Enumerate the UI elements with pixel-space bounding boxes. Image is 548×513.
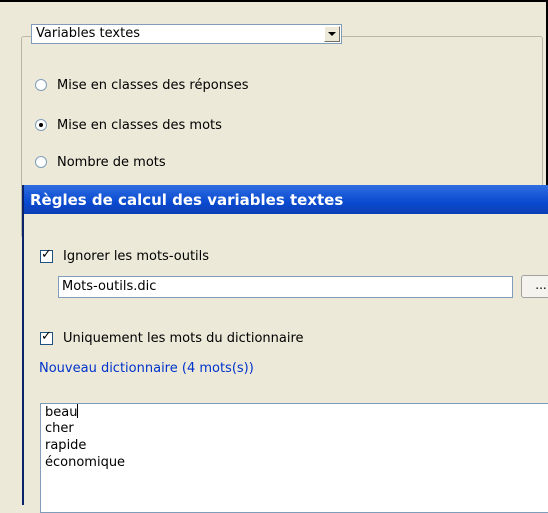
new-dictionary-link[interactable]: Nouveau dictionnaire (4 mots(s)) <box>39 361 254 376</box>
list-item[interactable]: cher <box>45 421 74 436</box>
list-item[interactable]: beau <box>45 404 79 420</box>
checkbox-label: Uniquement les mots du dictionnaire <box>63 330 304 346</box>
checkbox-box[interactable] <box>40 247 53 263</box>
radio-word-count[interactable]: Nombre de mots <box>35 153 166 171</box>
checkbox-box[interactable] <box>40 329 53 345</box>
radio-label: Mise en classes des mots <box>57 117 222 133</box>
variable-type-dropdown[interactable]: Variables textes <box>31 24 342 44</box>
text-cursor <box>77 404 79 418</box>
list-item[interactable]: économique <box>45 455 125 470</box>
window-top-border <box>0 0 548 2</box>
stopwords-file-value: Mots-outils.dic <box>62 279 157 294</box>
checkbox-label: Ignorer les mots-outils <box>63 248 210 264</box>
radio-label: Nombre de mots <box>57 154 166 170</box>
variable-type-value: Variables textes <box>36 26 140 41</box>
rules-dialog: Règles de calcul des variables textes Ig… <box>22 185 548 513</box>
dictionary-word-list[interactable]: beau cher rapide économique <box>40 403 548 513</box>
radio-circle[interactable] <box>35 119 47 131</box>
radio-word-classes[interactable]: Mise en classes des mots <box>35 116 222 134</box>
dialog-title: Règles de calcul des variables textes <box>30 191 344 209</box>
stopwords-file-input[interactable]: Mots-outils.dic <box>58 276 513 298</box>
dictionary-only-checkbox[interactable]: Uniquement les mots du dictionnaire <box>40 329 304 347</box>
radio-response-classes[interactable]: Mise en classes des réponses <box>35 76 248 94</box>
chevron-down-icon[interactable] <box>324 26 340 42</box>
list-item[interactable]: rapide <box>45 438 86 453</box>
dialog-title-bar[interactable]: Règles de calcul des variables textes <box>24 185 548 214</box>
radio-circle[interactable] <box>35 79 47 91</box>
browse-button[interactable]: ... <box>521 275 548 298</box>
radio-label: Mise en classes des réponses <box>57 77 249 93</box>
radio-circle[interactable] <box>35 156 47 168</box>
ignore-stopwords-checkbox[interactable]: Ignorer les mots-outils <box>40 247 209 265</box>
